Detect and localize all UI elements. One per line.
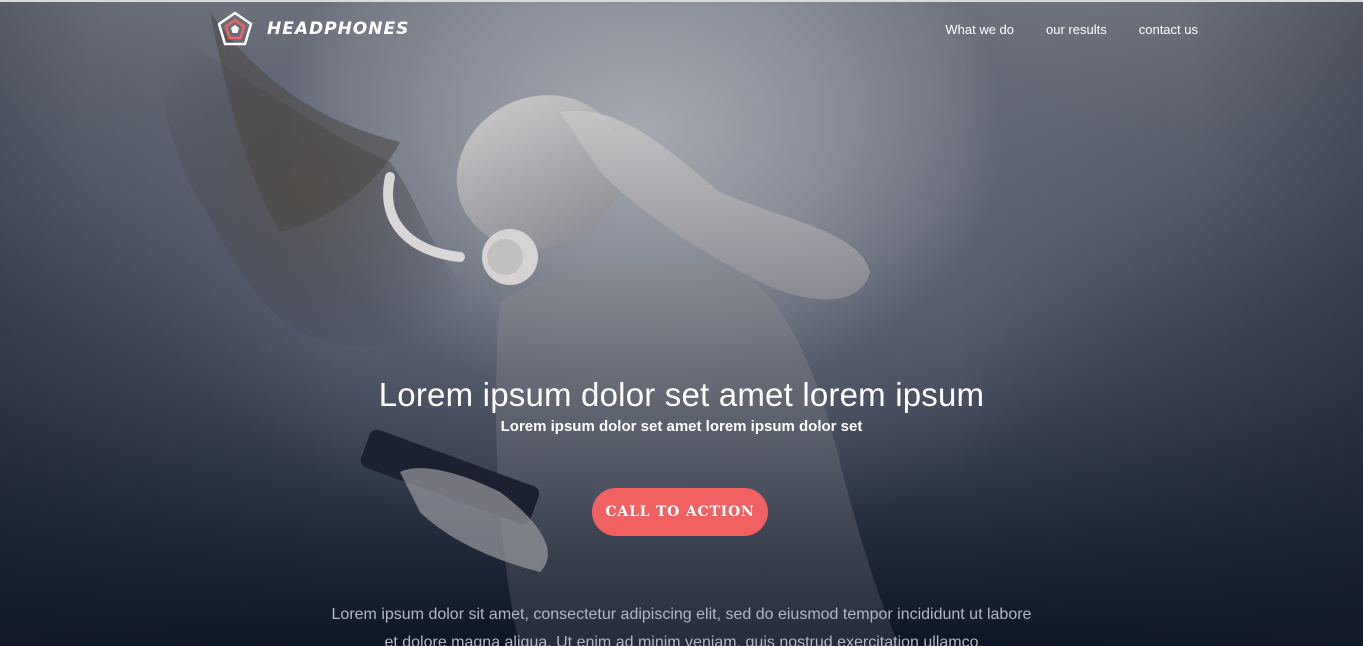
hero-subheadline: Lorem ipsum dolor set amet lorem ipsum d… — [500, 418, 863, 435]
nav-link-our-results[interactable]: our results — [1046, 22, 1107, 37]
call-to-action-button[interactable]: CALL TO ACTION — [592, 488, 768, 536]
pentagon-logo-icon — [217, 11, 253, 46]
hero-section: HEADPHONES What we do our results contac… — [0, 0, 1363, 646]
brand-logo[interactable]: HEADPHONES — [217, 11, 409, 47]
nav-link-contact-us[interactable]: contact us — [1139, 22, 1198, 37]
nav-links: What we do our results contact us — [945, 22, 1198, 37]
hero-background-photo — [150, 12, 900, 646]
nav-link-what-we-do[interactable]: What we do — [945, 22, 1014, 37]
hero-body-text: Lorem ipsum dolor sit amet, consectetur … — [331, 606, 1032, 646]
hero-headline: Lorem ipsum dolor set amet lorem ipsum — [378, 376, 985, 413]
top-navigation: HEADPHONES What we do our results contac… — [0, 2, 1363, 58]
brand-name: HEADPHONES — [267, 19, 410, 39]
